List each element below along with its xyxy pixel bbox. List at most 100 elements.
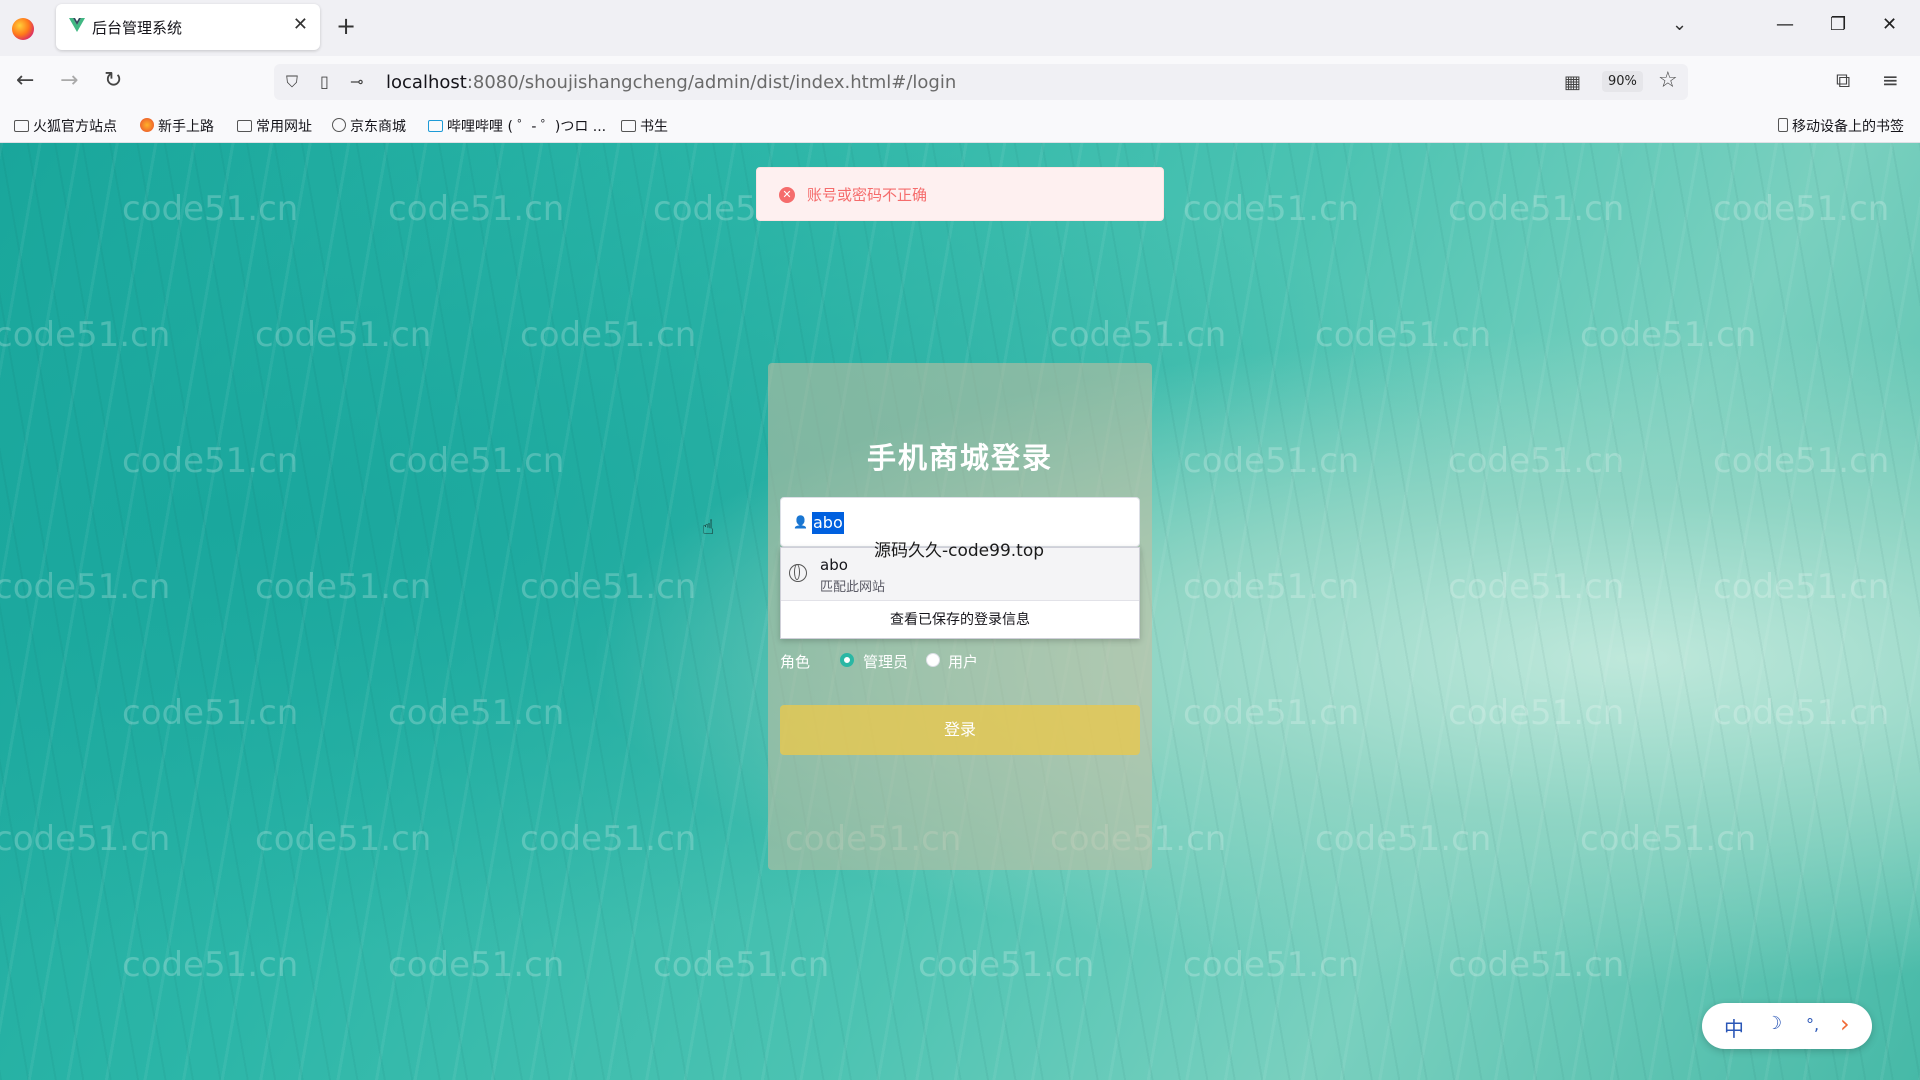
watermark: code51.cn	[0, 315, 171, 355]
url-path: :8080/shoujishangcheng/admin/dist/index.…	[466, 72, 957, 93]
watermark: code51.cn	[255, 819, 432, 859]
watermark: code51.cn	[0, 567, 171, 607]
watermark: code51.cn	[1315, 315, 1492, 355]
mobile-bookmarks-label: 移动设备上的书签	[1792, 119, 1904, 135]
globe-icon	[332, 118, 346, 132]
watermark: code51.cn	[1713, 693, 1890, 733]
chevron-right-icon[interactable]: ›	[1840, 1010, 1850, 1038]
username-value[interactable]: abo	[812, 512, 844, 534]
bookmark-item[interactable]: 火狐官方站点	[14, 116, 117, 136]
watermark: code51.cn	[1183, 189, 1360, 229]
watermark: code51.cn	[1050, 315, 1227, 355]
watermark: code51.cn	[918, 945, 1095, 985]
phone-icon	[1778, 118, 1788, 132]
role-label: 角色	[780, 653, 811, 671]
bookmark-label: 火狐官方站点	[33, 119, 117, 135]
close-window-icon[interactable]: ✕	[1882, 14, 1897, 35]
error-circle-icon: ✕	[779, 187, 795, 203]
watermark: code51.cn	[1580, 315, 1757, 355]
overlay-watermark-text: 源码久久-code99.top	[874, 541, 1045, 561]
bookmark-item[interactable]: 哔哩哔哩 ( ゜- ゜)つロ ...	[428, 116, 606, 136]
reload-icon[interactable]: ↻	[104, 68, 122, 93]
login-title: 手机商城登录	[866, 441, 1053, 475]
ime-language-toggle[interactable]: 中	[1724, 1013, 1744, 1042]
bookmark-item[interactable]: 新手上路	[140, 116, 214, 136]
bookmark-item[interactable]: 常用网址	[237, 116, 312, 136]
moon-icon[interactable]: ☽	[1766, 1013, 1782, 1034]
navigation-toolbar: ← → ↻ ⛉ ▯ ⊸ localhost:8080/shoujishangch…	[0, 56, 1920, 108]
tab-list-chevron-icon[interactable]: ⌄	[1672, 14, 1687, 35]
role-selector: 角色 管理员 用户	[780, 649, 1140, 673]
watermark: code51.cn	[520, 819, 697, 859]
watermark: code51.cn	[1183, 441, 1360, 481]
bookmark-label: 京东商城	[350, 119, 406, 135]
bookmarks-bar: 火狐官方站点 新手上路 常用网址 京东商城 哔哩哔哩 ( ゜- ゜)つロ ...…	[0, 108, 1920, 143]
ime-toolbar[interactable]: 中 ☽ °, ›	[1702, 1003, 1872, 1049]
watermark: code51.cn	[388, 945, 565, 985]
watermark: code51.cn	[122, 189, 299, 229]
firefox-icon[interactable]	[12, 18, 34, 40]
url-text[interactable]: localhost:8080/shoujishangcheng/admin/di…	[386, 72, 956, 93]
watermark: code51.cn	[653, 945, 830, 985]
watermark: code51.cn	[1315, 819, 1492, 859]
menu-icon[interactable]: ≡	[1882, 68, 1899, 92]
bookmark-label: 书生	[640, 119, 668, 135]
minimize-icon[interactable]: —	[1776, 14, 1794, 35]
watermark: code51.cn	[122, 441, 299, 481]
page-icon[interactable]: ▯	[320, 72, 329, 91]
watermark: code51.cn	[122, 693, 299, 733]
bookmark-item[interactable]: 京东商城	[332, 116, 406, 136]
watermark: code51.cn	[0, 819, 171, 859]
user-icon: 👤	[793, 515, 808, 529]
error-toast: ✕ 账号或密码不正确	[756, 167, 1164, 221]
tab-strip: 后台管理系统 ✕ + ⌄ — ❐ ✕	[0, 0, 1920, 56]
back-icon[interactable]: ←	[16, 68, 34, 93]
folder-icon	[237, 120, 252, 132]
watermark: code51.cn	[1713, 441, 1890, 481]
login-card: 手机商城登录 👤 abo abo 匹配此网站 查看已保存的登录信息 源码久久-c…	[768, 363, 1152, 870]
watermark: code51.cn	[255, 567, 432, 607]
radio-user-label[interactable]: 用户	[948, 651, 978, 672]
zoom-level[interactable]: 90%	[1602, 71, 1643, 92]
radio-admin-label[interactable]: 管理员	[863, 651, 908, 672]
watermark: code51.cn	[1183, 945, 1360, 985]
bilibili-icon	[428, 120, 443, 132]
shield-icon[interactable]: ⛉	[286, 72, 298, 92]
watermark: code51.cn	[122, 945, 299, 985]
close-tab-icon[interactable]: ✕	[293, 14, 308, 35]
folder-icon	[14, 120, 29, 132]
watermark: code51.cn	[520, 567, 697, 607]
qr-code-icon[interactable]: ▦	[1564, 72, 1581, 93]
watermark: code51.cn	[388, 189, 565, 229]
bookmark-item[interactable]: 书生	[621, 116, 668, 136]
autofill-subtitle: 匹配此网站	[820, 580, 886, 595]
login-button[interactable]: 登录	[780, 705, 1140, 755]
watermark: code51.cn	[520, 315, 697, 355]
url-bar[interactable]: ⛉ ▯ ⊸ localhost:8080/shoujishangcheng/ad…	[274, 64, 1688, 100]
new-tab-button[interactable]: +	[336, 12, 356, 40]
key-icon[interactable]: ⊸	[350, 72, 363, 91]
hand-cursor-icon: ☝	[702, 515, 715, 539]
radio-user[interactable]	[926, 653, 940, 667]
bookmark-label: 常用网址	[256, 119, 312, 135]
watermark: code51.cn	[255, 315, 432, 355]
bookmark-star-icon[interactable]: ☆	[1658, 68, 1678, 93]
login-page: code51.cn code51.cn code51.cn code51.cn …	[0, 143, 1920, 1080]
watermark: code51.cn	[1713, 567, 1890, 607]
watermark: code51.cn	[1448, 945, 1625, 985]
radio-admin[interactable]	[840, 653, 854, 667]
watermark: code51.cn	[1183, 567, 1360, 607]
extensions-icon[interactable]: ⧉	[1836, 68, 1850, 92]
watermark: code51.cn	[1448, 693, 1625, 733]
watermark: code51.cn	[1448, 189, 1625, 229]
mobile-bookmarks[interactable]: 移动设备上的书签	[1778, 116, 1904, 136]
tab-active[interactable]: 后台管理系统 ✕	[56, 4, 320, 50]
globe-icon	[789, 564, 807, 582]
restore-icon[interactable]: ❐	[1830, 14, 1846, 35]
forward-icon[interactable]: →	[60, 68, 78, 93]
view-saved-logins-button[interactable]: 查看已保存的登录信息	[781, 600, 1139, 639]
firefox-icon	[140, 118, 154, 132]
watermark: code51.cn	[388, 693, 565, 733]
punctuation-icon[interactable]: °,	[1806, 1015, 1819, 1034]
toast-message: 账号或密码不正确	[807, 186, 928, 204]
